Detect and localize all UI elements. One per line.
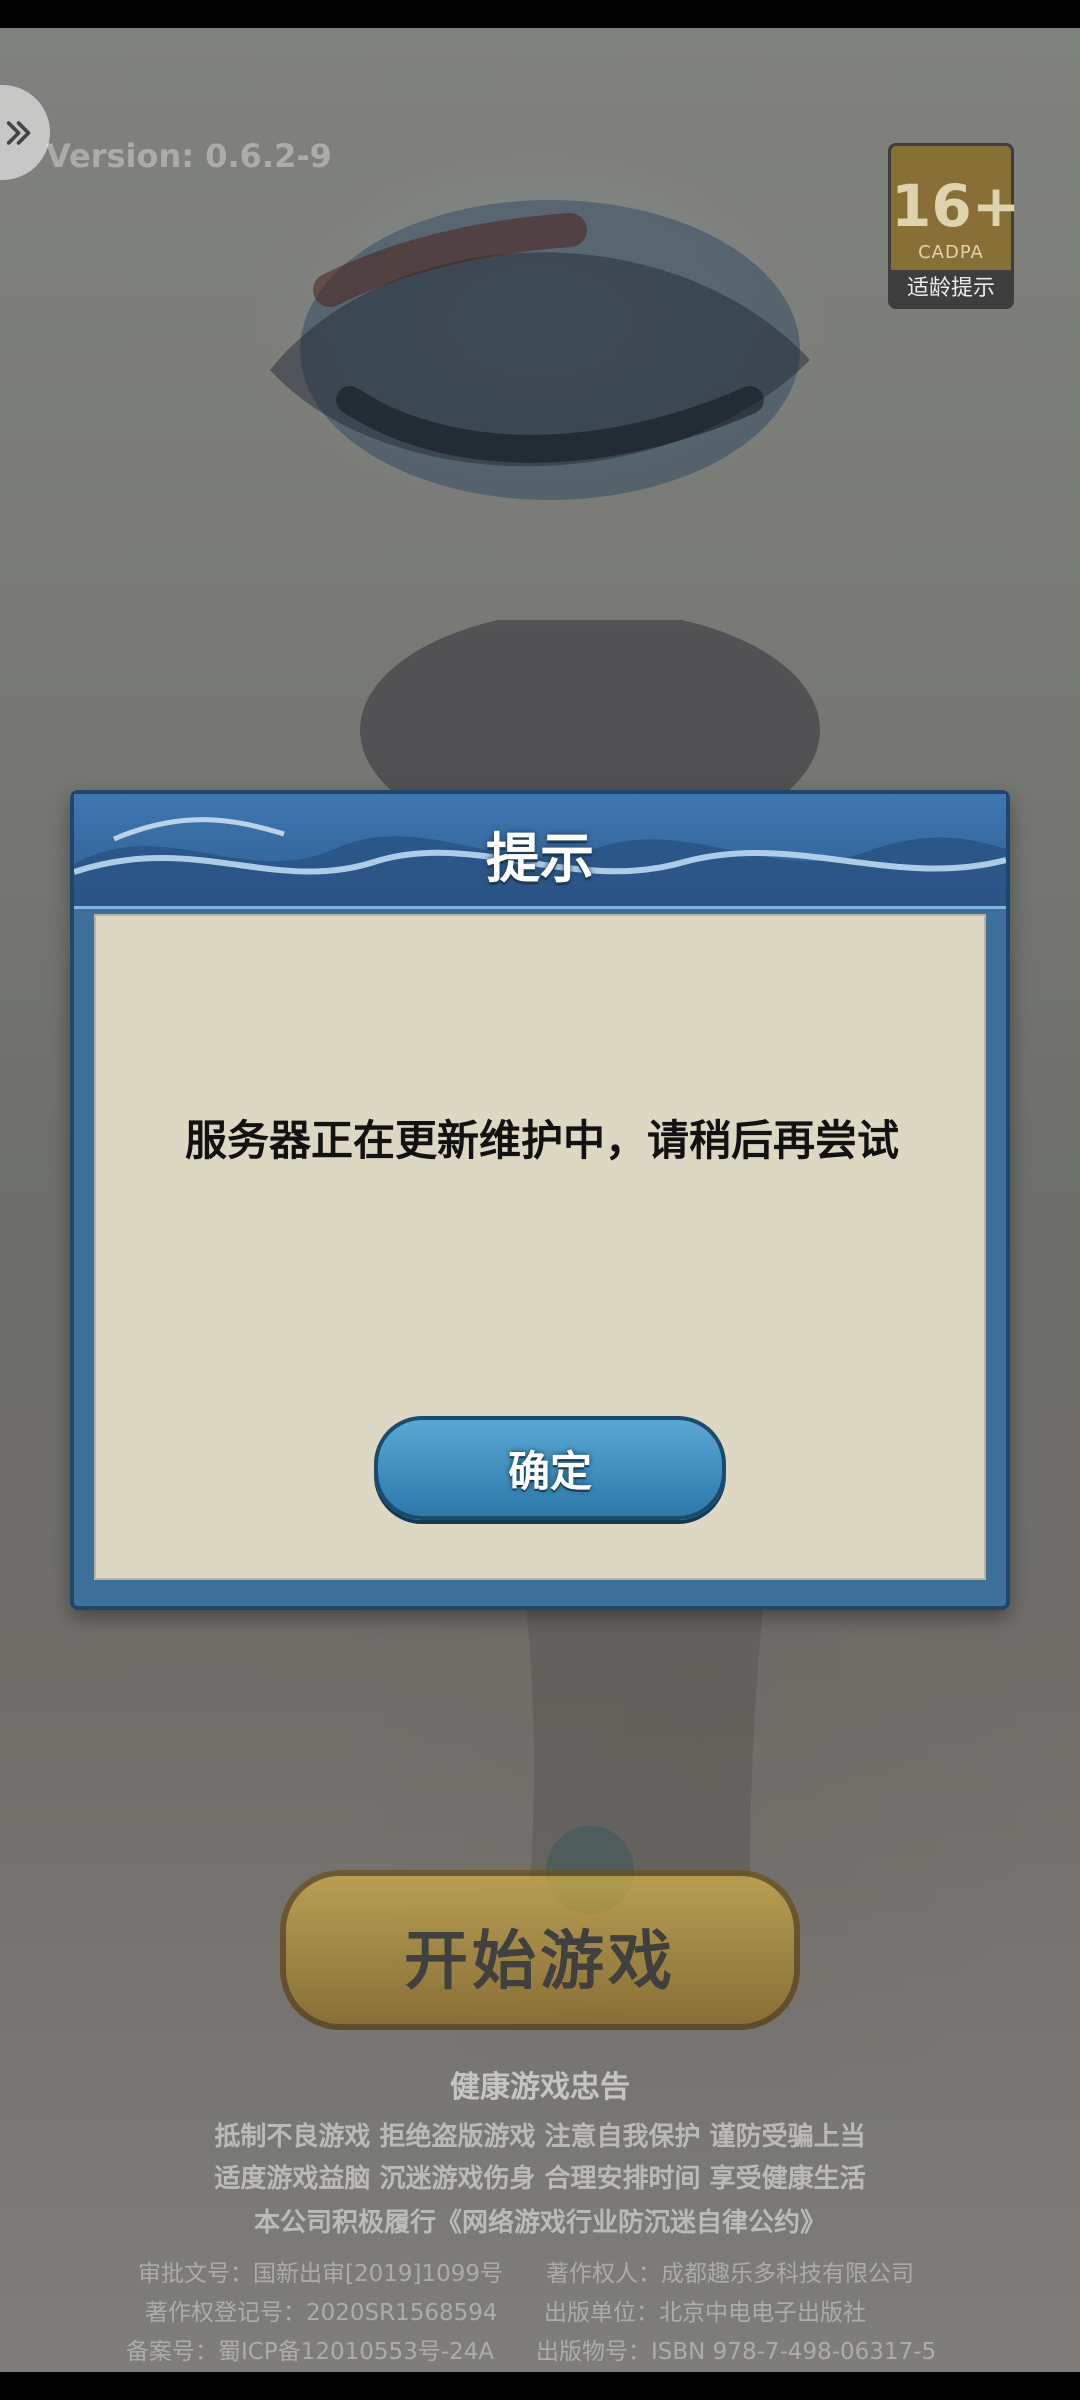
copyright-owner: 著作权人：成都趣乐多科技有限公司 xyxy=(546,2261,914,2287)
maintenance-dialog: 提示 服务器正在更新维护中，请稍后再尝试 确定 xyxy=(70,790,1010,1610)
copyright-registration: 著作权登记号：2020SR1568594 xyxy=(145,2300,498,2326)
icp-number: 备案号：蜀ICP备12010553号-24A xyxy=(126,2339,495,2365)
age-rating-badge: 16+ CADPA 适龄提示 xyxy=(888,143,1021,309)
dialog-message: 服务器正在更新维护中，请稍后再尝试 xyxy=(184,1116,899,1165)
age-rating-number: 16+ xyxy=(891,172,1021,240)
age-rating-org: CADPA xyxy=(918,242,984,263)
version-label: Version: 0.6.2-9 xyxy=(46,137,332,175)
start-game-label: 开始游戏 xyxy=(404,1925,676,1999)
health-advice-line-2: 适度游戏益脑 沉迷游戏伤身 合理安排时间 享受健康生活 xyxy=(214,2164,866,2194)
publisher: 出版单位：北京中电电子出版社 xyxy=(544,2300,866,2326)
health-advice-line-1: 抵制不良游戏 拒绝盗版游戏 注意自我保护 谨防受骗上当 xyxy=(214,2122,866,2152)
ok-button-label: 确定 xyxy=(507,1447,592,1496)
isbn-number: 出版物号：ISBN 978-7-498-06317-5 xyxy=(536,2339,937,2365)
double-chevron-right-icon xyxy=(6,120,31,145)
age-rating-tip: 适龄提示 xyxy=(891,270,1011,308)
anti-addiction-pledge: 本公司积极履行《网络游戏行业防沉迷自律公约》 xyxy=(253,2208,826,2238)
approval-number: 审批文号：国新出审[2019]1099号 xyxy=(138,2261,504,2287)
dialog-title: 提示 xyxy=(486,827,594,890)
dialog-header: 提示 xyxy=(74,794,1006,909)
game-login-screen: Version: 0.6.2-9 16+ CADPA 适龄提示 开始游戏 健康游… xyxy=(0,0,1080,2400)
start-game-button[interactable]: 开始游戏 xyxy=(280,1870,800,2030)
navigation-bar xyxy=(0,2372,1080,2400)
health-advice-title: 健康游戏忠告 xyxy=(450,2070,630,2105)
dialog-body: 服务器正在更新维护中，请稍后再尝试 确定 xyxy=(94,914,986,1580)
status-bar xyxy=(0,0,1080,28)
ok-button[interactable]: 确定 xyxy=(374,1416,726,1520)
